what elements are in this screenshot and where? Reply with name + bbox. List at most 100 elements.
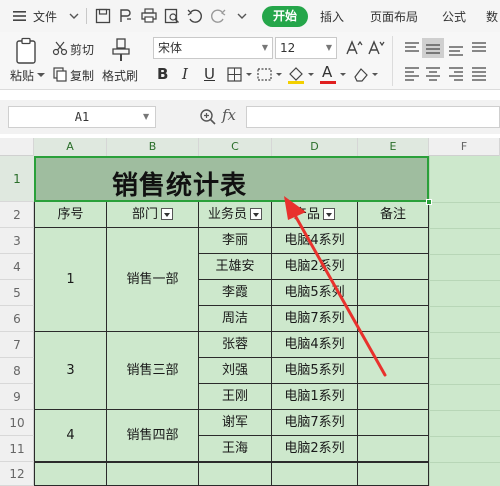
- row-header[interactable]: 5: [0, 280, 34, 306]
- row-header[interactable]: 4: [0, 254, 34, 280]
- product-cell[interactable]: 电脑2系列: [272, 436, 358, 462]
- empty-cell[interactable]: [358, 462, 429, 486]
- column-header-bar: A B C D E F: [0, 138, 500, 156]
- row-header[interactable]: 3: [0, 228, 34, 254]
- format-painter-label[interactable]: 格式刷: [102, 67, 138, 84]
- column-header-b[interactable]: B: [107, 138, 199, 156]
- staff-cell[interactable]: 谢军: [199, 410, 272, 436]
- header-cell-no[interactable]: 序号: [34, 202, 107, 228]
- chevron-down-icon[interactable]: [36, 70, 46, 80]
- column-header-c[interactable]: C: [199, 138, 272, 156]
- customize-toolbar-icon[interactable]: [232, 6, 252, 26]
- row-header[interactable]: 10: [0, 410, 34, 436]
- staff-cell[interactable]: 王刚: [199, 384, 272, 410]
- filter-dropdown-button[interactable]: [250, 207, 262, 220]
- copy-button[interactable]: 复制: [70, 67, 94, 84]
- row-header-bar: 1 2 3 4 5 6 7 8 9 10 11 12: [0, 156, 34, 486]
- bold-button[interactable]: B: [157, 65, 168, 83]
- underline-button[interactable]: U: [204, 65, 215, 83]
- chevron-down-icon: ▼: [261, 43, 268, 52]
- empty-cell[interactable]: [34, 462, 107, 486]
- fill-color-icon[interactable]: [286, 65, 316, 85]
- tab-insert[interactable]: 插入: [320, 8, 344, 25]
- tab-page-layout[interactable]: 页面布局: [370, 8, 418, 25]
- red-arrow-annotation: [284, 196, 387, 377]
- font-size-select[interactable]: 12 ▼: [275, 37, 337, 59]
- column-header-d[interactable]: D: [272, 138, 358, 156]
- print-preview-icon[interactable]: [162, 6, 182, 26]
- row-header[interactable]: 2: [0, 202, 34, 228]
- staff-cell[interactable]: 王海: [199, 436, 272, 462]
- save-icon[interactable]: [93, 6, 113, 26]
- staff-cell[interactable]: 王雄安: [199, 254, 272, 280]
- row-header[interactable]: 8: [0, 358, 34, 384]
- increase-font-icon[interactable]: [344, 38, 364, 58]
- row-header[interactable]: 11: [0, 436, 34, 462]
- filter-dropdown-button[interactable]: [161, 207, 173, 220]
- row-header[interactable]: 12: [0, 462, 34, 486]
- remark-cell[interactable]: [358, 410, 429, 436]
- row-header[interactable]: 1: [0, 156, 34, 202]
- paste-icon[interactable]: [14, 37, 40, 65]
- decrease-font-icon[interactable]: [366, 38, 386, 58]
- output-pdf-icon[interactable]: [116, 6, 136, 26]
- paste-label[interactable]: 粘贴: [10, 67, 34, 84]
- product-cell[interactable]: 电脑7系列: [272, 410, 358, 436]
- staff-cell[interactable]: 刘强: [199, 358, 272, 384]
- tab-data[interactable]: 数: [486, 8, 498, 25]
- chevron-down-icon[interactable]: [64, 6, 84, 26]
- remark-cell[interactable]: [358, 436, 429, 462]
- format-painter-icon[interactable]: [110, 37, 132, 63]
- staff-cell[interactable]: 李丽: [199, 228, 272, 254]
- row-header[interactable]: 6: [0, 306, 34, 332]
- empty-cell[interactable]: [199, 462, 272, 486]
- row-header[interactable]: 7: [0, 332, 34, 358]
- formula-input[interactable]: [246, 106, 500, 128]
- select-all-corner[interactable]: [0, 138, 34, 156]
- staff-cell[interactable]: 周洁: [199, 306, 272, 332]
- tab-home[interactable]: 开始: [262, 6, 308, 27]
- group-no-cell[interactable]: 3: [34, 332, 107, 410]
- header-cell-dept[interactable]: 部门: [107, 202, 199, 228]
- border-icon[interactable]: [226, 66, 254, 84]
- redo-icon[interactable]: [208, 6, 228, 26]
- staff-cell[interactable]: 张蓉: [199, 332, 272, 358]
- undo-icon[interactable]: [185, 6, 205, 26]
- cut-button[interactable]: 剪切: [70, 41, 94, 58]
- column-header-e[interactable]: E: [358, 138, 429, 156]
- gridline: [429, 306, 500, 307]
- staff-cell[interactable]: 李霞: [199, 280, 272, 306]
- scissors-icon[interactable]: [52, 40, 68, 56]
- zoom-icon[interactable]: [198, 107, 218, 127]
- italic-button[interactable]: I: [182, 65, 188, 83]
- group-no-cell[interactable]: 4: [34, 410, 107, 462]
- font-name-select[interactable]: 宋体 ▼: [153, 37, 273, 59]
- gridline: [429, 358, 500, 359]
- group-dept-cell[interactable]: 销售四部: [107, 410, 199, 462]
- group-no-cell[interactable]: 1: [34, 228, 107, 332]
- empty-cell[interactable]: [272, 462, 358, 486]
- name-box[interactable]: A1: [8, 106, 156, 128]
- header-cell-staff[interactable]: 业务员: [199, 202, 272, 228]
- column-header-a[interactable]: A: [34, 138, 107, 156]
- menu-icon[interactable]: [10, 6, 30, 26]
- fill-handle[interactable]: [426, 199, 432, 205]
- cell-style-icon[interactable]: [256, 66, 284, 84]
- group-dept-cell[interactable]: 销售三部: [107, 332, 199, 410]
- row-header[interactable]: 9: [0, 384, 34, 410]
- insert-function-button[interactable]: fx: [222, 106, 236, 124]
- print-icon[interactable]: [139, 6, 159, 26]
- alignment-icons[interactable]: [402, 38, 500, 86]
- empty-cell[interactable]: [107, 462, 199, 486]
- column-header-f[interactable]: F: [429, 138, 500, 156]
- file-menu[interactable]: 文件: [33, 8, 57, 25]
- menu-bar: 文件 开始 插入 页面布局 公式 数: [0, 0, 500, 32]
- tab-formulas[interactable]: 公式: [442, 8, 466, 25]
- copy-icon[interactable]: [52, 66, 68, 82]
- chevron-down-icon[interactable]: ▼: [143, 106, 149, 128]
- font-color-letter: A: [322, 63, 333, 81]
- clear-format-icon[interactable]: [350, 65, 380, 85]
- chevron-down-icon: ▼: [325, 43, 332, 52]
- ribbon: 粘贴 剪切 复制 格式刷 宋体 ▼ 12 ▼ B I U A: [0, 32, 500, 90]
- group-dept-cell[interactable]: 销售一部: [107, 228, 199, 332]
